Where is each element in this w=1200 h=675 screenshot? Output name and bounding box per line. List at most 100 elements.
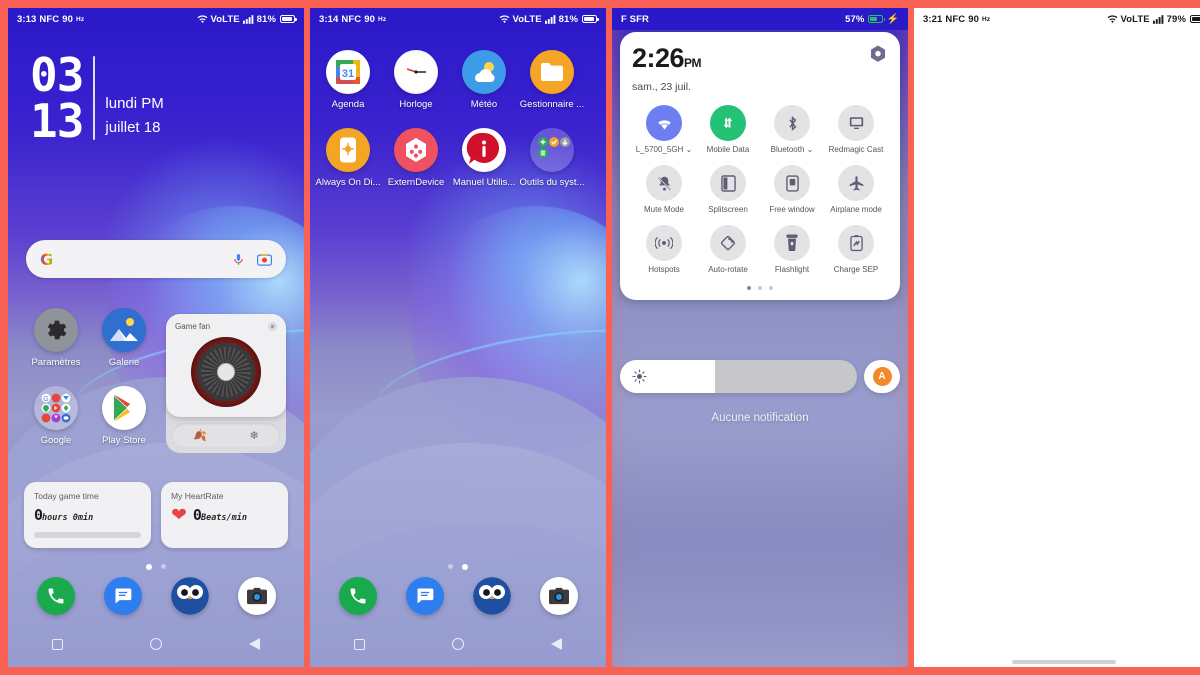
lens-icon[interactable]	[257, 253, 272, 266]
app-externdevice[interactable]: ExternDevice	[382, 128, 450, 188]
settings-background	[914, 8, 1200, 667]
app-folder-google[interactable]: G Google	[22, 386, 90, 446]
mobile-data-icon	[710, 105, 746, 141]
brightness-fill	[620, 360, 715, 393]
brightness-icon	[632, 369, 647, 384]
empty-notifications-text: Aucune notification	[711, 412, 809, 424]
mute-icon	[646, 165, 682, 201]
owl-browser-icon[interactable]	[170, 577, 209, 615]
flashlight-icon	[774, 225, 810, 261]
clock-minute: 13	[30, 94, 84, 148]
google-logo-icon: G	[40, 249, 54, 269]
widget-title: My HeartRate	[171, 491, 224, 501]
app-horloge[interactable]: Horloge	[382, 50, 450, 110]
messages-icon[interactable]	[405, 577, 444, 615]
app-label: Galerie	[108, 357, 140, 368]
app-label: Agenda	[331, 99, 365, 110]
page-dot[interactable]	[161, 564, 166, 569]
google-search-bar[interactable]: G	[26, 240, 286, 278]
status-refresh-unit: Hz	[378, 15, 387, 23]
page-indicator	[8, 564, 304, 570]
tile-hotspots[interactable]: Hotspots	[632, 225, 696, 274]
page-dot[interactable]	[462, 564, 468, 570]
app-meteo[interactable]: Météo	[450, 50, 518, 110]
snowflake-icon[interactable]: ❄	[250, 429, 259, 442]
auto-brightness-button[interactable]: A	[864, 360, 900, 393]
tile-bluetooth[interactable]: Bluetooth ⌄	[760, 105, 824, 154]
tile-airplane-mode[interactable]: Airplane mode	[824, 165, 888, 214]
recents-icon[interactable]	[353, 638, 365, 650]
wifi-icon	[197, 14, 208, 24]
tile-wifi[interactable]: L_5700_5GH ⌄	[632, 105, 696, 154]
game-fan-modes[interactable]: 🍂 ❄	[172, 423, 280, 447]
brightness-slider[interactable]	[620, 360, 857, 393]
svg-text:31: 31	[342, 68, 354, 80]
status-volte: VoLTE	[210, 13, 240, 25]
tile-page-dot[interactable]	[758, 286, 762, 290]
app-parametres[interactable]: Paramètres	[22, 308, 90, 368]
status-time: 3:21	[923, 13, 943, 25]
wifi-icon	[1107, 14, 1118, 24]
app-galerie[interactable]: Galerie	[90, 308, 158, 368]
widget-heart-rate[interactable]: My HeartRate ❤ 0Beats/min	[161, 482, 288, 548]
game-fan-widget[interactable]: Game fan 🍂 ❄	[166, 314, 286, 453]
svg-text:G: G	[43, 396, 48, 403]
home-icon[interactable]	[451, 638, 464, 650]
tile-flashlight[interactable]: Flashlight	[760, 225, 824, 274]
status-bar: F SFR 57% ⚡	[612, 8, 908, 30]
clock-icon	[394, 50, 438, 94]
chevron-down-icon[interactable]: ⌄	[686, 145, 693, 154]
tile-free-window[interactable]: Free window	[760, 165, 824, 214]
tile-splitscreen[interactable]: Splitscreen	[696, 165, 760, 214]
progress-bar	[34, 532, 141, 538]
dot-icon[interactable]	[268, 322, 277, 331]
camera-icon[interactable]	[539, 577, 578, 615]
user-manual-icon	[462, 128, 506, 172]
recents-icon[interactable]	[51, 638, 63, 650]
phone-icon[interactable]	[36, 577, 75, 615]
home-indicator[interactable]	[1012, 660, 1116, 664]
widget-unit: hours 0min	[42, 513, 94, 523]
battery-icon	[1190, 15, 1200, 23]
tile-page-dot[interactable]	[747, 286, 751, 290]
page-dot[interactable]	[448, 564, 453, 569]
widget-game-time[interactable]: Today game time 0hours 0min	[24, 482, 151, 548]
dock	[8, 577, 304, 615]
messages-icon[interactable]	[103, 577, 142, 615]
status-refresh-rate: 90	[364, 13, 376, 25]
app-folder-outils-systeme[interactable]: Outils du syst...	[518, 128, 586, 188]
tile-auto-rotate[interactable]: Auto-rotate	[696, 225, 760, 274]
settings-gear-icon[interactable]	[868, 44, 888, 64]
app-row-2: Always On Di... ExternDevice Manuel Util…	[310, 128, 606, 188]
status-carrier: F SFR	[621, 13, 649, 25]
status-refresh-unit: Hz	[982, 15, 991, 23]
app-always-on-display[interactable]: Always On Di...	[314, 128, 382, 188]
chevron-down-icon[interactable]: ⌄	[807, 145, 814, 154]
leaf-icon[interactable]: 🍂	[193, 429, 207, 442]
widget-value: 0	[34, 506, 43, 524]
mic-icon[interactable]	[232, 252, 245, 267]
always-on-display-icon	[326, 128, 370, 172]
tile-redmagic-cast[interactable]: Redmagic Cast	[824, 105, 888, 154]
navigation-bar	[310, 627, 606, 661]
app-manuel-utilisateur[interactable]: Manuel Utilis...	[450, 128, 518, 188]
app-gestionnaire[interactable]: Gestionnaire ...	[518, 50, 586, 110]
tile-mute-mode[interactable]: Mute Mode	[632, 165, 696, 214]
owl-browser-icon[interactable]	[472, 577, 511, 615]
phone-icon[interactable]	[338, 577, 377, 615]
status-refresh-unit: Hz	[76, 15, 85, 23]
app-play-store[interactable]: Play Store	[90, 386, 158, 446]
tile-mobile-data[interactable]: Mobile Data	[696, 105, 760, 154]
panel-home-screen: 3:13 NFC 90 Hz VoLTE 81% 03 13 lundi PM …	[8, 8, 304, 667]
tile-charge-sep[interactable]: Charge SEP	[824, 225, 888, 274]
back-icon[interactable]	[249, 638, 261, 650]
page-dot[interactable]	[146, 564, 152, 570]
camera-icon[interactable]	[237, 577, 276, 615]
home-icon[interactable]	[149, 638, 162, 650]
dock	[310, 577, 606, 615]
tile-page-dot[interactable]	[769, 286, 773, 290]
app-agenda[interactable]: 31 Agenda	[314, 50, 382, 110]
back-icon[interactable]	[551, 638, 563, 650]
clock-widget[interactable]: 03 13 lundi PM juillet 18	[30, 52, 164, 144]
gallery-icon	[102, 308, 146, 352]
